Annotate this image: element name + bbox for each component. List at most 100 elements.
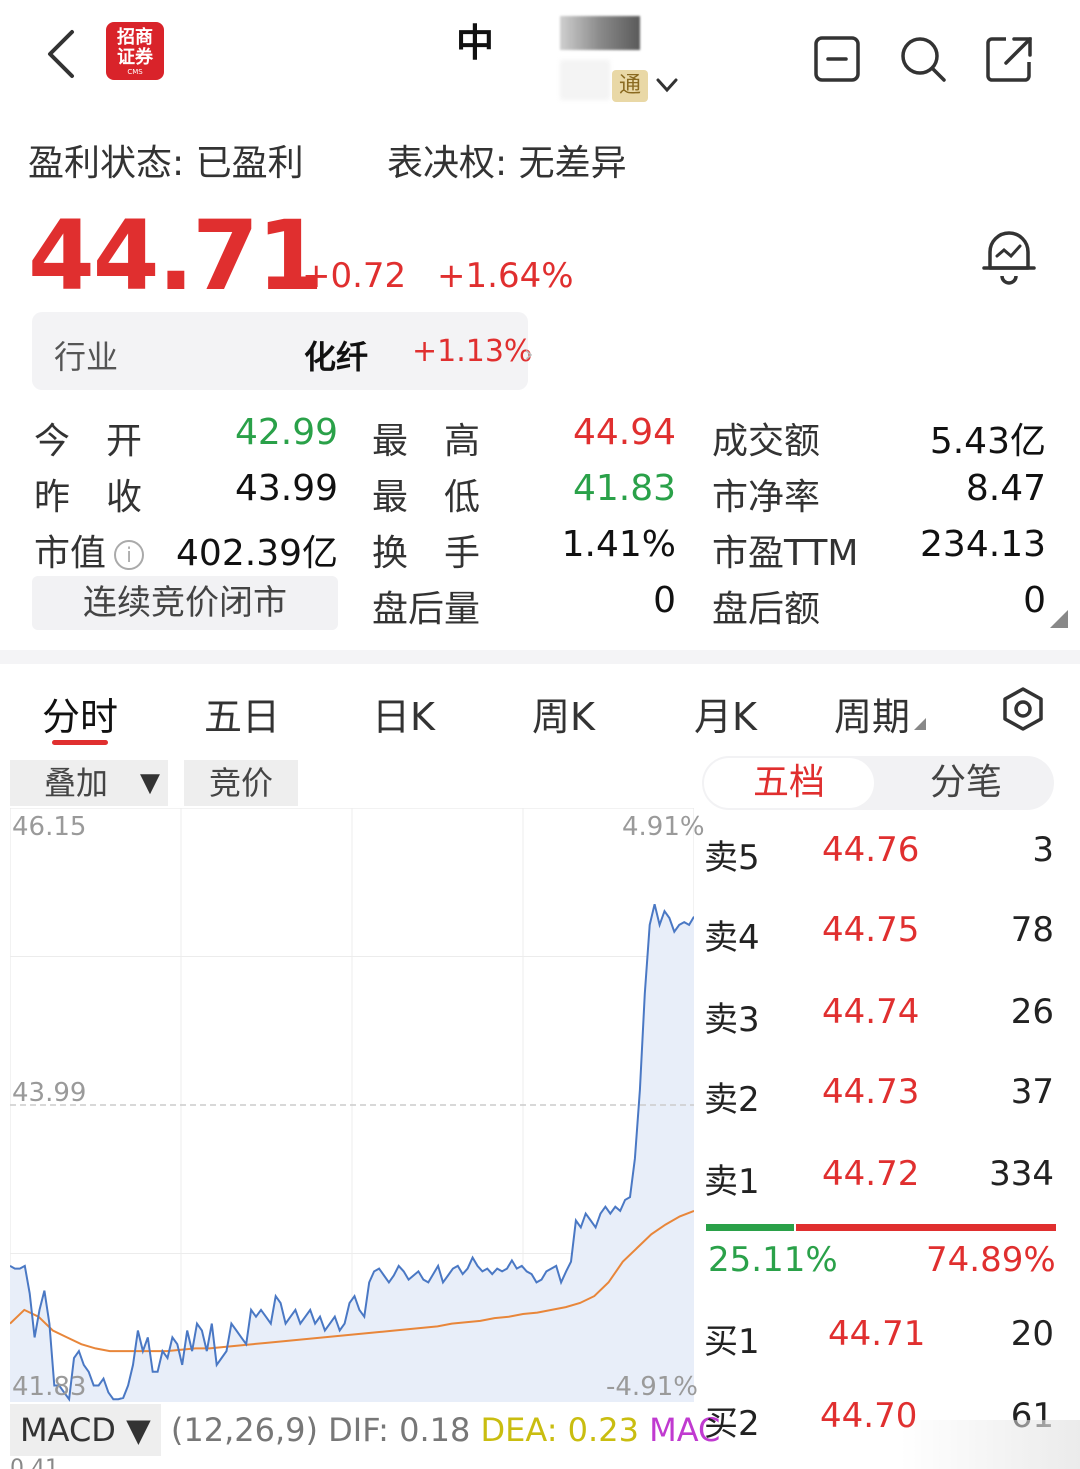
tab-five-level[interactable]: 五档 <box>704 758 874 808</box>
overlay-dropdown[interactable]: 叠加 ▼ <box>10 760 168 806</box>
after-amount-label: 盘后额 <box>712 589 821 630</box>
minus-box-icon[interactable] <box>812 34 862 84</box>
section-divider <box>0 650 1080 664</box>
dropdown-triangle-icon: ▼ <box>140 768 160 798</box>
change-value: +0.72 <box>302 256 407 296</box>
low-value: 41.83 <box>572 468 676 509</box>
bid-price: 44.71 <box>828 1314 926 1354</box>
tab-five-day[interactable]: 五日 <box>204 686 280 741</box>
active-tab-indicator <box>52 740 108 745</box>
pe-value: 234.13 <box>920 524 1046 565</box>
ask-qty: 334 <box>989 1154 1054 1194</box>
ask-row[interactable]: 卖4 44.75 78 <box>704 910 1056 960</box>
last-price: 44.71 <box>28 200 324 312</box>
chevron-down-icon[interactable] <box>654 72 680 98</box>
industry-percent: +1.13% <box>412 334 533 369</box>
tab-monthly-k[interactable]: 月K <box>694 686 757 741</box>
ask-price: 44.75 <box>822 910 920 950</box>
ask-row[interactable]: 卖5 44.76 3 <box>704 830 1056 880</box>
buy-ratio-fill <box>706 1224 794 1231</box>
ask-price: 44.72 <box>822 1154 920 1194</box>
price-alert-bell-icon[interactable] <box>980 224 1038 286</box>
pct-tick-high: 4.91% <box>622 812 705 842</box>
high-label: 最 高 <box>372 421 481 462</box>
pe-label: 市盈TTM <box>712 533 859 574</box>
turnover-rate-value: 1.41% <box>561 524 676 565</box>
y-tick-low: 41.83 <box>12 1372 87 1402</box>
open-value: 42.99 <box>234 412 338 453</box>
share-icon[interactable] <box>984 34 1034 84</box>
tab-period[interactable]: 周期 <box>834 686 927 741</box>
tab-daily-k[interactable]: 日K <box>372 686 435 741</box>
y-tick-high: 46.15 <box>12 812 87 842</box>
ask-price: 44.73 <box>822 1072 920 1112</box>
bid-qty: 20 <box>1010 1314 1054 1354</box>
ask-row[interactable]: 卖3 44.74 26 <box>704 992 1056 1042</box>
ask-price: 44.74 <box>822 992 920 1032</box>
macd-params: (12,26,9) <box>170 1411 318 1449</box>
price-change: +0.72 +1.64% <box>302 256 594 296</box>
ask-qty: 37 <box>1010 1072 1054 1112</box>
macd-bottom-value: 0.41 <box>10 1456 59 1469</box>
logo-line2: 证券 <box>117 47 153 68</box>
tab-weekly-k[interactable]: 周K <box>532 686 595 741</box>
redacted-code <box>560 60 610 100</box>
prev-close-label: 昨 收 <box>34 477 143 518</box>
ask-qty: 3 <box>1032 830 1054 870</box>
buy-sell-ratio-bar <box>706 1224 1056 1231</box>
mcap-label-wrap: 市值 i <box>34 524 145 576</box>
tab-period-label: 周期 <box>834 695 911 739</box>
ask-price: 44.76 <box>822 830 920 870</box>
search-icon[interactable] <box>898 34 948 84</box>
expand-corner-icon[interactable] <box>1050 610 1068 628</box>
overlay-label: 叠加 <box>44 764 109 802</box>
prev-close-value: 43.99 <box>234 468 338 509</box>
chevron-right-icon: › <box>524 340 534 368</box>
bid-row[interactable]: 买1 44.71 20 <box>704 1314 1056 1364</box>
industry-label: 行业 <box>54 338 119 376</box>
bid-level: 买1 <box>704 1322 760 1362</box>
auction-status-button[interactable]: 连续竞价闭市 <box>32 576 338 630</box>
broker-logo: 招商 证券 CMS <box>106 22 164 80</box>
voting-rights: 表决权: 无差异 <box>387 143 627 184</box>
industry-name: 化纤 <box>304 338 369 376</box>
turnover-rate-label: 换 手 <box>372 533 481 574</box>
macd-dif: DIF: 0.18 <box>328 1411 471 1449</box>
intraday-chart[interactable] <box>10 808 694 1402</box>
ask-qty: 26 <box>1010 992 1054 1032</box>
mcap-label: 市值 <box>34 533 107 574</box>
after-volume-label: 盘后量 <box>372 589 481 630</box>
after-amount-value: 0 <box>1023 580 1046 621</box>
macd-selector[interactable]: MACD ▼ <box>10 1404 161 1456</box>
redacted-name <box>560 16 640 50</box>
status-line: 盈利状态: 已盈利 表决权: 无差异 <box>28 134 699 186</box>
dropdown-corner-icon <box>914 718 927 730</box>
ask-level: 卖4 <box>704 918 760 958</box>
ask-level: 卖5 <box>704 838 760 878</box>
industry-card[interactable]: 行业 化纤 +1.13% › <box>32 312 534 390</box>
ask-row[interactable]: 卖2 44.73 37 <box>704 1072 1056 1122</box>
stock-name[interactable]: 中 <box>456 12 494 67</box>
ask-level: 卖2 <box>704 1080 760 1120</box>
tab-intraday[interactable]: 分时 <box>42 686 118 741</box>
ask-qty: 78 <box>1010 910 1054 950</box>
high-value: 44.94 <box>572 412 676 453</box>
turnover-label: 成交额 <box>712 421 821 462</box>
ask-row[interactable]: 卖1 44.72 334 <box>704 1154 1056 1204</box>
change-percent: +1.64% <box>437 256 574 296</box>
watermark-overlay <box>900 1420 1080 1469</box>
sell-ratio: 74.89% <box>926 1240 1056 1280</box>
info-icon[interactable]: i <box>114 540 145 570</box>
back-arrow-icon[interactable] <box>40 26 88 82</box>
logo-line1: 招商 <box>117 27 153 48</box>
tab-tick[interactable]: 分笔 <box>880 758 1052 808</box>
macd-indicator-bar: MACD ▼ (12,26,9) DIF: 0.18 DEA: 0.23 MAC <box>10 1404 720 1456</box>
mcap-value: 402.39亿 <box>176 533 338 574</box>
top-bar: 招商 证券 CMS 中 通 <box>0 0 1080 118</box>
auction-toggle[interactable]: 竞价 <box>184 760 298 806</box>
bid-level: 买2 <box>704 1404 760 1444</box>
profit-status: 盈利状态: 已盈利 <box>28 143 304 184</box>
pb-label: 市净率 <box>712 477 821 518</box>
ask-level: 卖1 <box>704 1162 760 1202</box>
settings-hexagon-icon[interactable] <box>1000 686 1046 732</box>
